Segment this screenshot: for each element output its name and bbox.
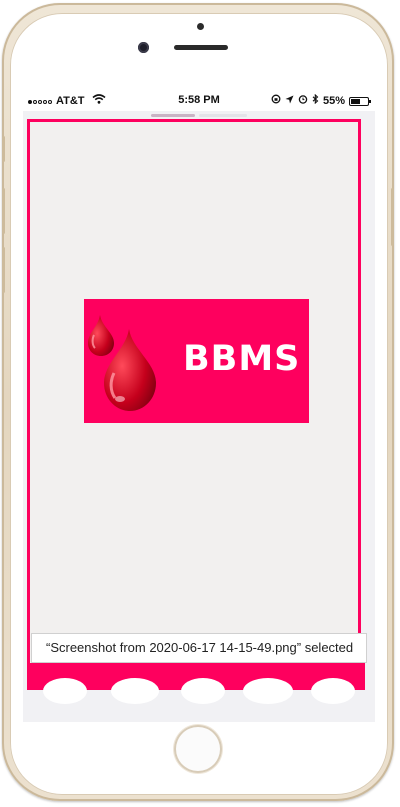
dock-shape: [111, 678, 159, 704]
location-arrow-icon: [285, 95, 294, 108]
bluetooth-icon: [312, 93, 319, 108]
power-button: [391, 188, 394, 246]
dock-shape: [181, 678, 225, 704]
home-button[interactable]: [174, 725, 222, 773]
status-right: 55%: [271, 93, 371, 108]
dock-area: [23, 678, 375, 722]
bbms-logo: BBMS: [84, 299, 309, 423]
volume-down-button: [2, 247, 5, 293]
earpiece-speaker: [174, 45, 228, 50]
dock-shape: [243, 678, 293, 704]
status-bar: AT&T 5:58 PM 55%: [23, 91, 375, 111]
file-selected-notification: “Screenshot from 2020-06-17 14-15-49.png…: [31, 633, 367, 663]
scroll-indicator: [151, 114, 247, 117]
scroll-segment: [199, 114, 247, 117]
battery-fill: [351, 98, 360, 104]
front-camera: [138, 42, 149, 53]
logo-text: BBMS: [183, 339, 301, 379]
scroll-segment: [151, 114, 195, 117]
battery-icon: [349, 96, 371, 106]
dock-shape: [43, 678, 87, 704]
device-mockup: AT&T 5:58 PM 55% BBMS “Screenshot from 2…: [0, 0, 400, 807]
proximity-sensor: [197, 23, 204, 30]
battery-percent: 55%: [322, 95, 345, 107]
dock-shape: [311, 678, 355, 704]
mute-switch: [2, 136, 5, 162]
app-splash-frame: BBMS: [27, 119, 361, 689]
blood-drop-icon: [88, 315, 156, 411]
battery-nub: [369, 99, 371, 103]
phone-screen: AT&T 5:58 PM 55% BBMS “Screenshot from 2…: [23, 91, 375, 722]
lock-rotation-icon: [271, 94, 281, 108]
alarm-icon: [298, 94, 308, 108]
volume-up-button: [2, 188, 5, 234]
